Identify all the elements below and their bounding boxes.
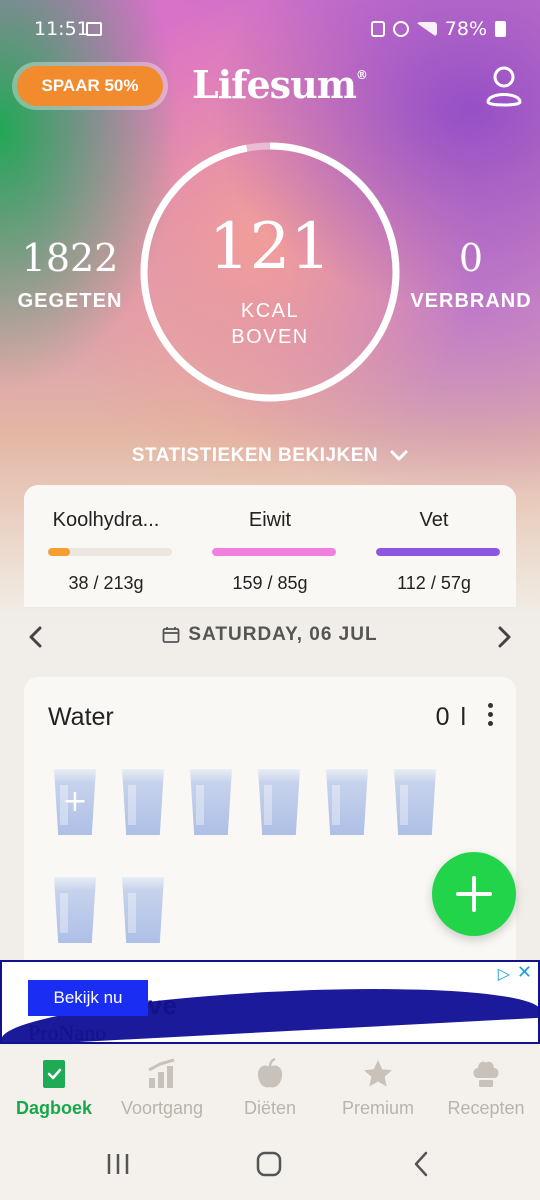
eaten-label: GEGETEN bbox=[17, 290, 123, 312]
macro-carbs-fill bbox=[48, 548, 71, 556]
back-icon[interactable] bbox=[408, 1150, 436, 1178]
burned-label: VERBRAND bbox=[410, 290, 532, 312]
plus-icon bbox=[456, 876, 492, 912]
tab-recepten-label: Recepten bbox=[447, 1098, 525, 1118]
logo-registered-mark: ® bbox=[355, 68, 368, 82]
macro-protein-fill bbox=[212, 548, 336, 556]
tab-dieten[interactable]: Diëten bbox=[216, 1058, 324, 1128]
water-glass[interactable] bbox=[190, 769, 232, 835]
ad-headline-text: ve bbox=[148, 990, 177, 1020]
tab-recepten[interactable]: Recepten bbox=[432, 1058, 540, 1128]
apple-icon bbox=[257, 1058, 283, 1088]
tab-voortgang[interactable]: Voortgang bbox=[108, 1058, 216, 1128]
macro-fat-name: Vet bbox=[419, 509, 449, 531]
home-icon[interactable] bbox=[255, 1150, 283, 1178]
next-day-button[interactable] bbox=[492, 624, 516, 650]
date-navigation: SATURDAY, 06 JUL bbox=[0, 618, 540, 656]
star-icon bbox=[364, 1060, 392, 1087]
system-navigation-bar bbox=[0, 1130, 540, 1200]
diary-book-icon bbox=[43, 1060, 65, 1088]
macro-fat-bar bbox=[376, 548, 500, 556]
macro-fat-fill bbox=[376, 548, 500, 556]
chevron-left-icon bbox=[29, 626, 42, 648]
battery-percent: 78% bbox=[444, 18, 487, 40]
tab-dagboek[interactable]: Dagboek bbox=[0, 1058, 108, 1128]
water-glass[interactable] bbox=[326, 769, 368, 835]
macro-fat: Vet 112 / 57g bbox=[352, 485, 516, 607]
status-time: 11:51 bbox=[34, 18, 89, 40]
water-glass[interactable] bbox=[122, 877, 164, 943]
date-picker-button[interactable]: SATURDAY, 06 JUL bbox=[150, 624, 390, 646]
status-bar: 11:51 78% bbox=[0, 0, 540, 60]
logo-text: Lifesum bbox=[192, 62, 357, 107]
water-glass[interactable] bbox=[394, 769, 436, 835]
tab-premium[interactable]: Premium bbox=[324, 1058, 432, 1128]
status-icons: 78% bbox=[370, 18, 506, 40]
macros-card[interactable]: Koolhydra... 38 / 213g Eiwit 159 / 85g V… bbox=[24, 485, 516, 607]
water-title: Water bbox=[48, 703, 114, 731]
macro-protein-bar bbox=[212, 548, 336, 556]
ad-brand-text: ProNano bbox=[28, 1020, 107, 1044]
calendar-icon bbox=[163, 627, 180, 643]
progress-chart-icon bbox=[148, 1058, 175, 1088]
chevron-right-icon bbox=[498, 626, 511, 648]
macro-fat-amount: 112 / 57g bbox=[397, 573, 471, 593]
macro-carbs: Koolhydra... 38 / 213g bbox=[24, 485, 188, 607]
burned-value: 0 bbox=[458, 236, 484, 280]
calories-over-label: KCAL BOVEN bbox=[138, 298, 402, 350]
water-glass[interactable] bbox=[258, 769, 300, 835]
macro-protein: Eiwit 159 / 85g bbox=[188, 485, 352, 607]
chevron-down-icon bbox=[390, 450, 408, 461]
view-statistics-label: STATISTIEKEN BEKIJKEN bbox=[131, 445, 379, 466]
profile-button[interactable] bbox=[484, 64, 524, 108]
ad-close-icon[interactable]: ✕ bbox=[517, 962, 532, 983]
promo-button-label: SPAAR 50% bbox=[17, 66, 163, 106]
tab-dagboek-label: Dagboek bbox=[15, 1098, 93, 1118]
alarm-icon bbox=[392, 21, 409, 37]
add-entry-fab[interactable] bbox=[432, 852, 516, 936]
battery-icon bbox=[495, 21, 506, 37]
eaten-value: 1822 bbox=[21, 236, 119, 280]
tab-voortgang-label: Voortgang bbox=[120, 1098, 204, 1118]
adchoices-icon[interactable]: ▷ bbox=[498, 964, 510, 983]
macro-carbs-amount: 38 / 213g bbox=[68, 573, 144, 593]
ad-cta-button[interactable]: Bekijk nu bbox=[28, 980, 148, 1016]
chef-hat-icon bbox=[473, 1061, 499, 1087]
calories-over-value: 121 bbox=[208, 210, 332, 284]
image-notification-icon bbox=[86, 22, 102, 36]
current-date: SATURDAY, 06 JUL bbox=[188, 624, 378, 645]
water-glass-add[interactable]: + bbox=[54, 769, 96, 835]
bottom-tab-bar: Dagboek Voortgang Diëten Premium Recepte… bbox=[0, 1046, 540, 1130]
macro-carbs-name: Koolhydra... bbox=[52, 509, 160, 531]
plus-icon: + bbox=[62, 784, 88, 819]
wifi-icon bbox=[416, 22, 437, 36]
tab-premium-label: Premium bbox=[341, 1098, 414, 1118]
macro-protein-amount: 159 / 85g bbox=[232, 573, 308, 593]
boven-label: BOVEN bbox=[231, 326, 309, 348]
recent-apps-icon[interactable] bbox=[104, 1150, 132, 1178]
promo-button[interactable]: SPAAR 50% bbox=[12, 62, 168, 110]
view-statistics-button[interactable]: STATISTIEKEN BEKIJKEN bbox=[120, 440, 420, 472]
water-more-menu-icon[interactable] bbox=[484, 703, 496, 731]
macro-protein-name: Eiwit bbox=[248, 509, 292, 531]
tab-dieten-label: Diëten bbox=[243, 1098, 297, 1118]
macro-carbs-bar bbox=[48, 548, 172, 556]
lifesum-logo: Lifesum® bbox=[192, 62, 368, 112]
water-amount: 0 l bbox=[435, 703, 468, 731]
user-profile-icon bbox=[486, 66, 522, 107]
water-glass[interactable] bbox=[122, 769, 164, 835]
kcal-label: KCAL bbox=[240, 300, 300, 322]
previous-day-button[interactable] bbox=[24, 624, 48, 650]
water-card: Water 0 l + bbox=[24, 677, 516, 977]
water-glass[interactable] bbox=[54, 877, 96, 943]
ad-banner[interactable]: ProNano ve Bekijk nu ▷ ✕ bbox=[0, 960, 540, 1044]
battery-saver-icon bbox=[370, 21, 385, 37]
